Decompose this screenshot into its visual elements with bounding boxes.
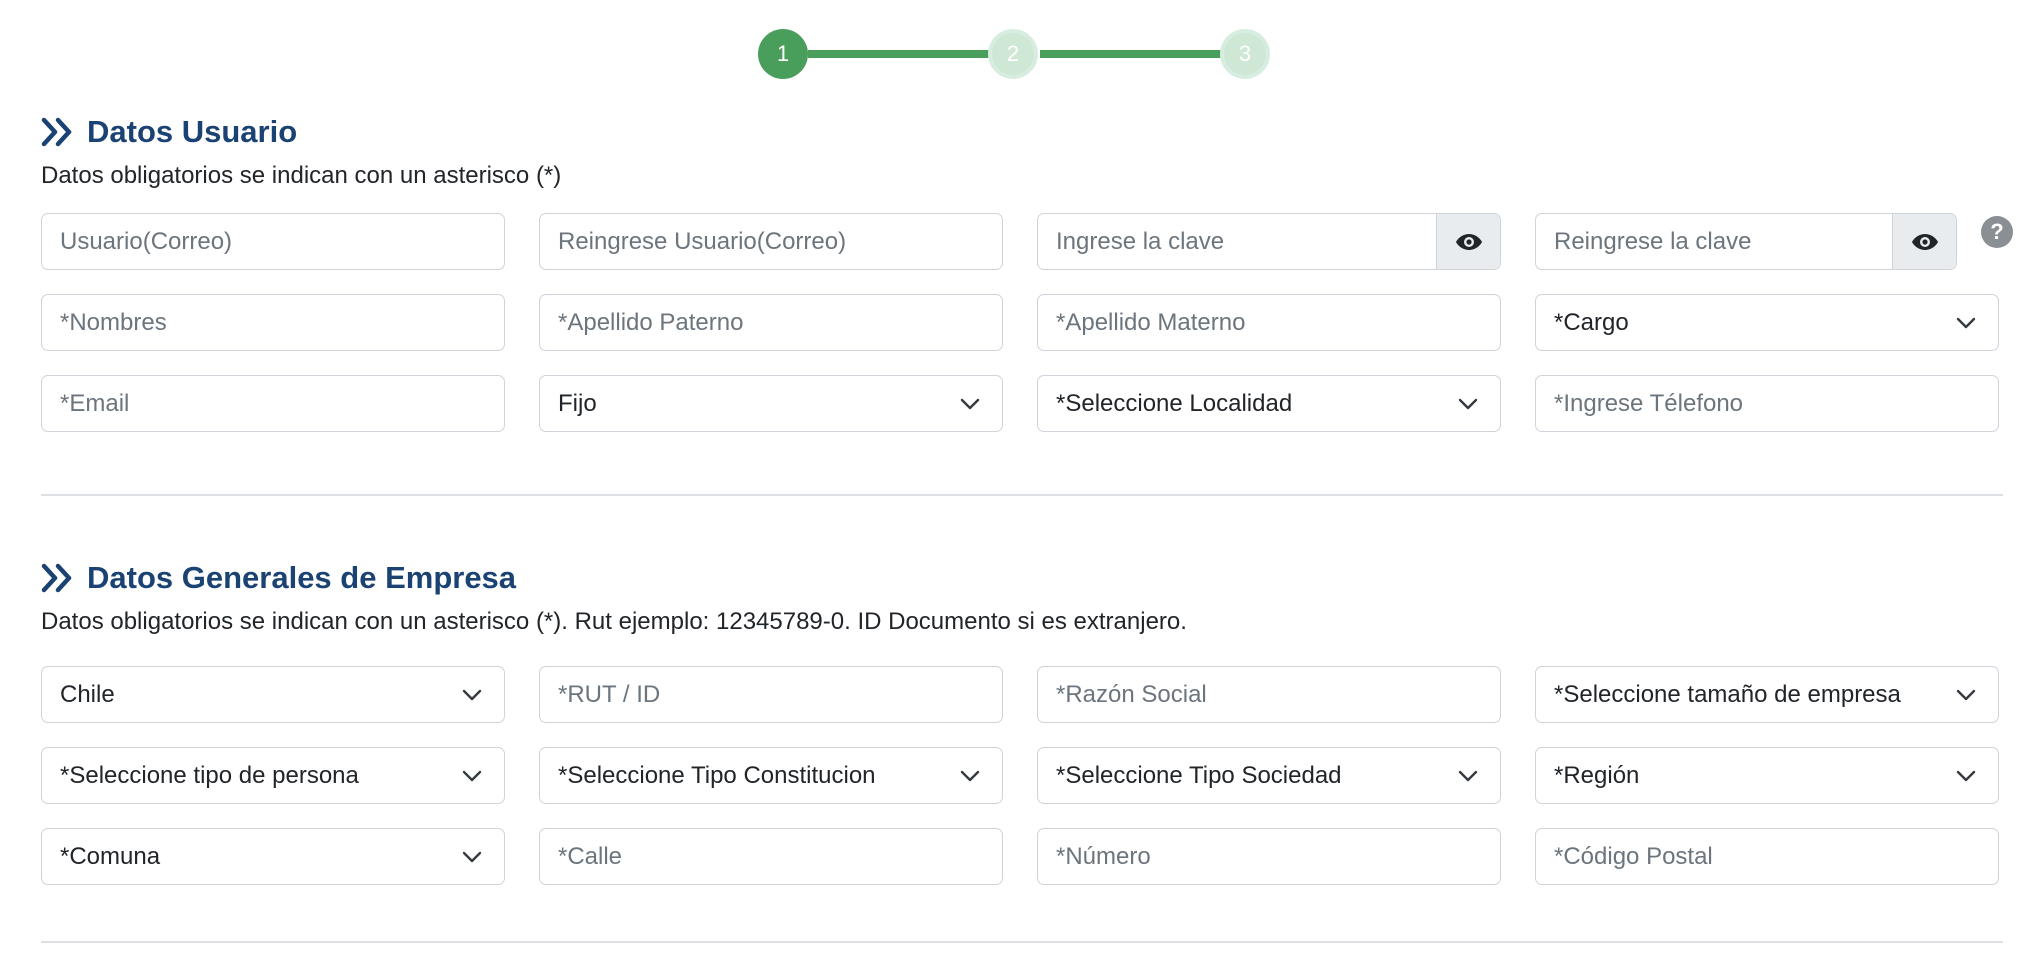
cargo-selected-value: *Cargo: [1554, 308, 1629, 336]
reingrese-usuario-placeholder: Reingrese Usuario(Correo): [558, 227, 847, 255]
cargo-select[interactable]: *Cargo: [1535, 294, 1999, 351]
apellido-materno-placeholder: *Apellido Materno: [1056, 308, 1246, 336]
show-password-confirm-button[interactable]: [1892, 214, 1956, 269]
razon-social-placeholder: *Razón Social: [1056, 680, 1207, 708]
double-chevron-right-icon: [41, 563, 72, 593]
double-chevron-right-icon: [41, 117, 72, 147]
tipo-constitucion-select[interactable]: *Seleccione Tipo Constitucion: [539, 747, 1003, 804]
localidad-select[interactable]: *Seleccione Localidad: [1037, 375, 1501, 432]
section-datos-empresa: Datos Generales de Empresa Datos obligat…: [41, 556, 2003, 638]
help-icon[interactable]: ?: [1981, 216, 2013, 248]
razon-social-input[interactable]: *Razón Social: [1037, 666, 1501, 723]
usuario-correo-input[interactable]: Usuario(Correo): [41, 213, 505, 270]
step-3[interactable]: 3: [1220, 29, 1270, 79]
step-1[interactable]: 1: [758, 29, 808, 79]
rut-placeholder: *RUT / ID: [558, 680, 661, 708]
step-connector-1: [808, 50, 996, 58]
region-select[interactable]: *Región: [1535, 747, 1999, 804]
calle-placeholder: *Calle: [558, 842, 623, 870]
numero-input[interactable]: *Número: [1037, 828, 1501, 885]
telefono-input[interactable]: *Ingrese Télefono: [1535, 375, 1999, 432]
pais-select[interactable]: Chile: [41, 666, 505, 723]
chevron-down-icon: [1956, 770, 1976, 781]
chevron-down-icon: [960, 770, 980, 781]
section-title-empresa: Datos Generales de Empresa: [41, 556, 2003, 600]
show-password-button[interactable]: [1436, 214, 1500, 269]
chevron-down-icon: [960, 398, 980, 409]
section-title-usuario: Datos Usuario: [41, 110, 2003, 154]
tamano-empresa-select[interactable]: *Seleccione tamaño de empresa: [1535, 666, 1999, 723]
numero-placeholder: *Número: [1056, 842, 1151, 870]
rut-input[interactable]: *RUT / ID: [539, 666, 1003, 723]
tipo-telefono-selected-value: Fijo: [558, 389, 597, 417]
tipo-sociedad-select[interactable]: *Seleccione Tipo Sociedad: [1037, 747, 1501, 804]
calle-input[interactable]: *Calle: [539, 828, 1003, 885]
localidad-selected-value: *Seleccione Localidad: [1056, 389, 1293, 417]
section-title-text: Datos Usuario: [87, 114, 298, 149]
chevron-down-icon: [1458, 770, 1478, 781]
tipo-constitucion-selected-value: *Seleccione Tipo Constitucion: [558, 761, 876, 789]
section-datos-usuario: Datos Usuario Datos obligatorios se indi…: [41, 110, 2003, 192]
tipo-persona-selected-value: *Seleccione tipo de persona: [60, 761, 359, 789]
section-divider-2: [41, 941, 2003, 943]
section-divider-1: [41, 494, 2003, 496]
apellido-paterno-input[interactable]: *Apellido Paterno: [539, 294, 1003, 351]
tamano-empresa-selected-value: *Seleccione tamaño de empresa: [1554, 680, 1901, 708]
tipo-telefono-select[interactable]: Fijo: [539, 375, 1003, 432]
section-note-empresa: Datos obligatorios se indican con un ast…: [41, 608, 1187, 635]
tipo-persona-select[interactable]: *Seleccione tipo de persona: [41, 747, 505, 804]
eye-icon: [1455, 233, 1482, 250]
usuario-correo-placeholder: Usuario(Correo): [60, 227, 233, 255]
step-2[interactable]: 2: [988, 29, 1038, 79]
codigo-postal-placeholder: *Código Postal: [1554, 842, 1713, 870]
clave-placeholder: Ingrese la clave: [1056, 227, 1225, 255]
codigo-postal-input[interactable]: *Código Postal: [1535, 828, 1999, 885]
nombres-input[interactable]: *Nombres: [41, 294, 505, 351]
section-title-text: Datos Generales de Empresa: [87, 560, 517, 595]
step-connector-2: [1040, 50, 1236, 58]
comuna-select[interactable]: *Comuna: [41, 828, 505, 885]
section-note-usuario: Datos obligatorios se indican con un ast…: [41, 162, 562, 189]
chevron-down-icon: [462, 689, 482, 700]
tipo-sociedad-selected-value: *Seleccione Tipo Sociedad: [1056, 761, 1342, 789]
pais-selected-value: Chile: [60, 680, 115, 708]
comuna-selected-value: *Comuna: [60, 842, 161, 870]
chevron-down-icon: [462, 770, 482, 781]
reingrese-usuario-input[interactable]: Reingrese Usuario(Correo): [539, 213, 1003, 270]
clave-input-group[interactable]: Ingrese la clave: [1037, 213, 1501, 270]
email-input[interactable]: *Email: [41, 375, 505, 432]
reingrese-clave-placeholder: Reingrese la clave: [1554, 227, 1752, 255]
eye-icon: [1911, 233, 1938, 250]
chevron-down-icon: [1956, 317, 1976, 328]
nombres-placeholder: *Nombres: [60, 308, 167, 336]
reingrese-clave-input-group[interactable]: Reingrese la clave: [1535, 213, 1957, 270]
chevron-down-icon: [1458, 398, 1478, 409]
chevron-down-icon: [462, 851, 482, 862]
region-selected-value: *Región: [1554, 761, 1640, 789]
progress-stepper: 1 2 3: [0, 0, 2044, 106]
chevron-down-icon: [1956, 689, 1976, 700]
telefono-placeholder: *Ingrese Télefono: [1554, 389, 1744, 417]
email-placeholder: *Email: [60, 389, 130, 417]
apellido-paterno-placeholder: *Apellido Paterno: [558, 308, 744, 336]
apellido-materno-input[interactable]: *Apellido Materno: [1037, 294, 1501, 351]
